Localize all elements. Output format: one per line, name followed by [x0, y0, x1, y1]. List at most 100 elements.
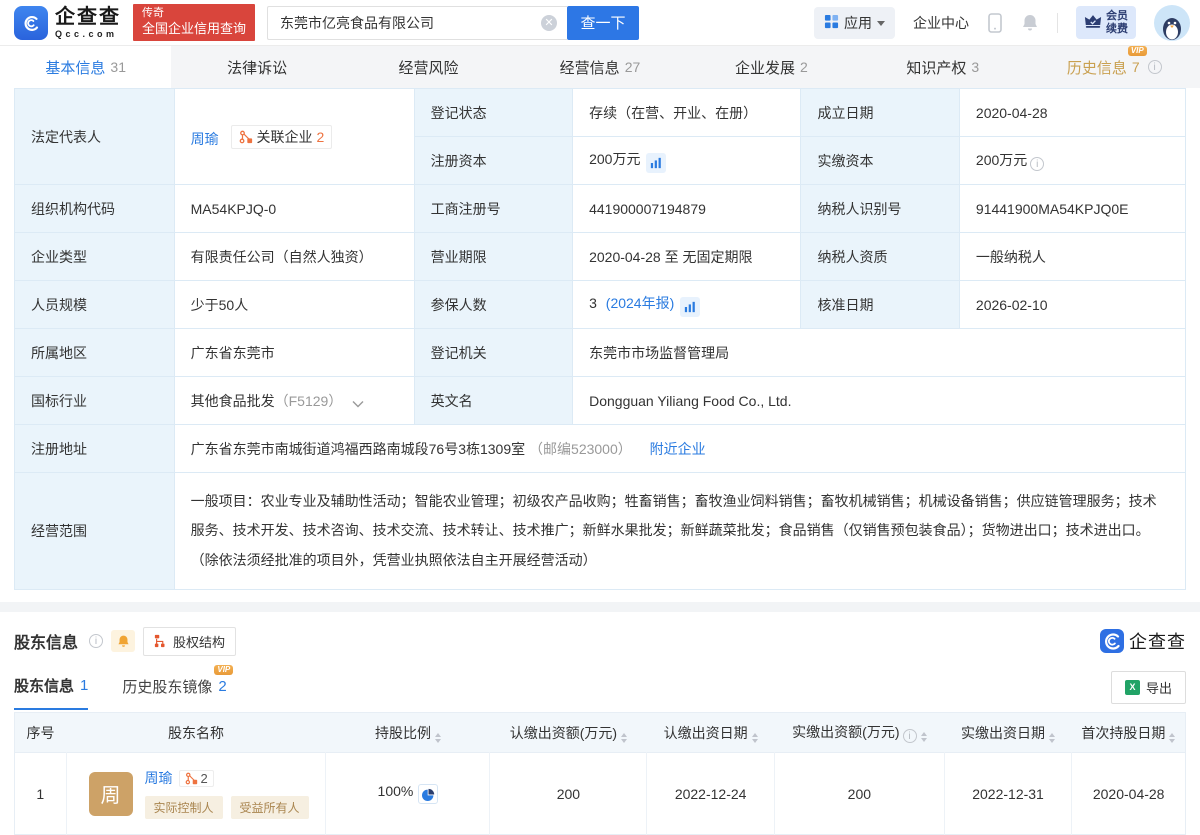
subtab-history-shareholders[interactable]: 历史股东镜像 VIP2 — [122, 676, 226, 709]
equity-structure-button[interactable]: 股权结构 — [143, 627, 236, 656]
address-cell: 广东省东莞市南城街道鸿福西路南城段76号3栋1309室 （邮编523000） 附… — [174, 425, 1185, 473]
qcc-watermark: 企查查 — [1100, 628, 1186, 654]
member-line1: 会员 — [1106, 10, 1128, 22]
logo-subtext: Qcc.com — [55, 30, 121, 39]
mobile-app-icon[interactable] — [987, 13, 1003, 33]
org-code-label: 组织机构代码 — [15, 185, 175, 233]
table-header-row: 序号 股东名称 持股比例 认缴出资额(万元) 认缴出资日期 实缴出资额(万元)i… — [15, 713, 1186, 753]
member-renew-button[interactable]: 会员 续费 — [1076, 6, 1136, 39]
sort-icon[interactable] — [752, 733, 758, 743]
basic-info-section: 法定代表人 周瑜 关联企业 2 登记状态 存续（在营、开业、在册） 成立日期 2… — [0, 88, 1200, 590]
reg-capital-cell: 200万元 — [573, 137, 801, 185]
sort-icon[interactable] — [1169, 733, 1175, 743]
staff-size-label: 人员规模 — [15, 281, 175, 329]
info-icon[interactable]: i — [89, 634, 103, 648]
vip-badge: VIP — [1128, 46, 1147, 57]
user-avatar[interactable] — [1154, 5, 1190, 41]
nearby-companies-link[interactable]: 附近企业 — [650, 441, 706, 457]
shareholders-title: 股东信息 — [14, 629, 78, 653]
col-index: 序号 — [15, 713, 67, 753]
col-paid-amount: 实缴出资额(万元)i — [774, 713, 944, 753]
org-chart-icon — [239, 130, 253, 144]
tab-basic-info[interactable]: 基本信息31 — [0, 46, 171, 88]
subtab-shareholder-info[interactable]: 股东信息 1 — [14, 675, 88, 710]
qcc-logo-icon — [14, 6, 48, 40]
ratio-cell: 100% — [326, 753, 490, 835]
reg-capital-label: 注册资本 — [414, 137, 572, 185]
capital-chart-icon[interactable] — [646, 153, 666, 173]
org-chart-icon — [185, 772, 198, 785]
slogan-line2: 全国企业信用查询 — [142, 21, 246, 37]
industry-cell: 其他食品批发（F5129） — [174, 377, 414, 425]
row-index: 1 — [15, 753, 67, 835]
legal-rep-label: 法定代表人 — [15, 89, 175, 185]
biz-term-value: 2020-04-28 至 无固定期限 — [573, 233, 801, 281]
col-subscribed-date: 认缴出资日期 — [647, 713, 775, 753]
approval-date-value: 2026-02-10 — [959, 281, 1185, 329]
taxpayer-id-value: 91441900MA54KPJQ0E — [959, 185, 1185, 233]
biz-term-label: 营业期限 — [414, 233, 572, 281]
related-companies-badge[interactable]: 关联企业 2 — [231, 125, 333, 149]
clear-search-icon[interactable]: ✕ — [541, 15, 557, 31]
grid-icon — [824, 14, 839, 32]
english-name-label: 英文名 — [414, 377, 572, 425]
sort-icon[interactable] — [1049, 733, 1055, 743]
col-paid-date: 实缴出资日期 — [944, 713, 1072, 753]
info-icon[interactable]: i — [1148, 60, 1162, 74]
tab-operating-risk[interactable]: 经营风险 — [343, 46, 514, 88]
paid-capital-label: 实缴资本 — [801, 137, 959, 185]
tab-history-info[interactable]: 历史信息 VIP7 i — [1029, 46, 1200, 88]
subscribed-date-cell: 2022-12-24 — [647, 753, 775, 835]
taxpayer-quality-value: 一般纳税人 — [959, 233, 1185, 281]
tab-company-development[interactable]: 企业发展2 — [686, 46, 857, 88]
annual-report-link[interactable]: (2024年报) — [606, 295, 674, 311]
authority-value: 东莞市市场监督管理局 — [573, 329, 1186, 377]
apps-menu[interactable]: 应用 — [814, 7, 895, 39]
shareholder-link[interactable]: 周瑜 — [145, 768, 173, 788]
insured-label: 参保人数 — [414, 281, 572, 329]
related-count-badge[interactable]: 2 — [179, 770, 214, 787]
tab-operating-info[interactable]: 经营信息27 — [514, 46, 685, 88]
search-box: ✕ 查一下 — [267, 6, 639, 40]
avatar: 周 — [89, 772, 133, 816]
business-scope-label: 经营范围 — [15, 473, 175, 590]
chevron-down-icon[interactable] — [352, 395, 364, 411]
tag-beneficial-owner: 受益所有人 — [231, 796, 309, 819]
qcc-logo[interactable]: 企查查 Qcc.com — [14, 6, 121, 40]
tab-legal-litigation[interactable]: 法律诉讼 — [171, 46, 342, 88]
legal-rep-link[interactable]: 周瑜 — [191, 131, 219, 147]
insured-chart-icon[interactable] — [680, 297, 700, 317]
biz-reg-no-value: 441900007194879 — [573, 185, 801, 233]
shareholders-table: 序号 股东名称 持股比例 认缴出资额(万元) 认缴出资日期 实缴出资额(万元)i… — [14, 712, 1186, 835]
divider — [1057, 13, 1058, 33]
chevron-down-icon — [877, 21, 885, 26]
tab-intellectual-property[interactable]: 知识产权3 — [857, 46, 1028, 88]
search-button[interactable]: 查一下 — [567, 6, 639, 40]
hierarchy-icon — [154, 634, 168, 648]
sort-icon[interactable] — [921, 732, 927, 742]
sort-icon[interactable] — [435, 733, 441, 743]
pie-chart-icon[interactable] — [418, 784, 438, 804]
crown-icon — [1084, 13, 1102, 32]
enterprise-center-link[interactable]: 企业中心 — [913, 13, 969, 33]
subscribe-bell-icon[interactable] — [111, 630, 135, 652]
sort-icon[interactable] — [621, 733, 627, 743]
top-header: 企查查 Qcc.com 传奇 全国企业信用查询 ✕ 查一下 应用 企业中心 — [0, 0, 1200, 46]
info-icon[interactable]: i — [1030, 157, 1044, 171]
search-input[interactable] — [267, 6, 567, 40]
company-type-label: 企业类型 — [15, 233, 175, 281]
top-nav: 应用 企业中心 会员 续费 — [814, 5, 1190, 41]
business-scope-value: 一般项目：农业专业及辅助性活动；智能农业管理；初级农产品收购；牲畜销售；畜牧渔业… — [174, 473, 1185, 590]
region-value: 广东省东莞市 — [174, 329, 414, 377]
export-button[interactable]: X 导出 — [1111, 671, 1186, 704]
shareholders-subtabs: 股东信息 1 历史股东镜像 VIP2 X 导出 — [14, 666, 1186, 708]
col-subscribed-amount: 认缴出资额(万元) — [490, 713, 647, 753]
section-tabs: 基本信息31 法律诉讼 经营风险 经营信息27 企业发展2 知识产权3 历史信息… — [0, 46, 1200, 88]
notifications-bell-icon[interactable] — [1021, 13, 1039, 32]
col-ratio: 持股比例 — [326, 713, 490, 753]
english-name-value: Dongguan Yiliang Food Co., Ltd. — [573, 377, 1186, 425]
org-code-value: MA54KPJQ-0 — [174, 185, 414, 233]
legal-rep-cell: 周瑜 关联企业 2 — [174, 89, 414, 185]
info-icon[interactable]: i — [903, 729, 917, 743]
staff-size-value: 少于50人 — [174, 281, 414, 329]
